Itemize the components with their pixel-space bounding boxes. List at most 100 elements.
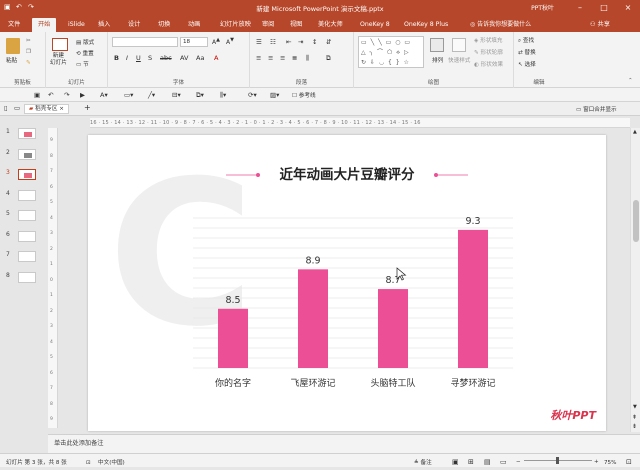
align-right-icon[interactable]: ≡ — [280, 54, 285, 62]
minimize-icon[interactable]: – — [568, 0, 592, 16]
shapes-gallery[interactable]: ▭ ╲ ╲ ▭ ○ ▭ △ ╮ ⌒ ⬠ ⟡ ▷ ↻ ⇩ ◡ { } ☆ — [358, 36, 424, 68]
save-icon[interactable]: ▣ — [34, 91, 40, 99]
prev-slide-icon[interactable]: ⇞ — [632, 414, 637, 421]
slide-canvas[interactable]: C 近年动画大片豆瓣评分 8.5 你的名字 8.9 飞屋环游记 8.7 头脑特工队 9.3 寻… — [88, 135, 606, 431]
paste-button[interactable]: 粘贴 — [6, 56, 17, 64]
smartart-icon[interactable]: ⧉ — [326, 54, 331, 63]
chart-bar[interactable] — [378, 289, 408, 368]
tab-slideshow[interactable]: 幻灯片放映 — [214, 18, 257, 32]
zoom-level[interactable]: 75% — [604, 457, 616, 470]
bullets-icon[interactable]: ☰ — [256, 38, 262, 46]
format-painter-icon[interactable]: ✎ — [26, 60, 31, 66]
picture-icon[interactable]: ▨▾ — [270, 91, 279, 99]
shape-icon[interactable]: ▭▾ — [124, 91, 133, 99]
arrange-button[interactable]: 排列 — [432, 56, 443, 64]
scroll-down-icon[interactable]: ▼ — [633, 404, 637, 410]
collapse-ribbon-icon[interactable]: ⌃ — [628, 78, 633, 84]
doc-tab[interactable]: ▰ 稻壳专区 × — [24, 104, 69, 114]
tell-me-box[interactable]: ◎ 告诉我你想要做什么 — [470, 19, 531, 28]
undo-icon[interactable]: ↶ — [48, 91, 53, 99]
new-slide-icon[interactable] — [52, 38, 68, 51]
find-button[interactable]: ⌕ 查找 — [518, 36, 534, 45]
merge-windows-button[interactable]: ▭ 窗口合并显示 — [576, 105, 617, 113]
shape-outline-button[interactable]: ✎ 形状轮廓 — [474, 48, 503, 56]
normal-view-icon[interactable]: ▣ — [452, 456, 459, 469]
shape-effects-button[interactable]: ◐ 形状效果 — [474, 60, 503, 68]
quick-styles-button[interactable]: 快速样式 — [448, 56, 470, 64]
tab-insert[interactable]: 插入 — [92, 18, 116, 32]
numbering-icon[interactable]: ☷ — [270, 38, 276, 46]
paste-icon[interactable] — [6, 38, 20, 54]
bar-chart[interactable]: 8.5你的名字8.9飞屋环游记8.7头脑特工队9.3寻梦环游记 — [88, 135, 606, 431]
tab-animations[interactable]: 动画 — [182, 18, 206, 32]
line-icon[interactable]: ╱▾ — [148, 91, 155, 99]
change-case-icon[interactable]: Aa — [196, 54, 204, 62]
slide-thumbnail[interactable] — [18, 210, 36, 221]
replace-button[interactable]: ⇄ 替换 — [518, 48, 536, 56]
font-color-icon[interactable]: A — [214, 54, 218, 62]
fit-slide-icon[interactable]: ⊡ — [626, 456, 632, 469]
slide-thumbnail[interactable] — [18, 148, 36, 160]
next-slide-icon[interactable]: ⇟ — [632, 423, 637, 430]
tab-onekey8[interactable]: OneKey 8 — [354, 18, 396, 32]
slide-thumbnail[interactable] — [18, 271, 36, 283]
chart-bar[interactable] — [298, 269, 328, 368]
italic-icon[interactable]: I — [126, 54, 128, 62]
layout-button[interactable]: ▤ 版式 — [76, 38, 94, 46]
chart-bar[interactable] — [218, 308, 248, 368]
zoom-slider-thumb[interactable] — [556, 457, 559, 464]
tab-onekey8plus[interactable]: OneKey 8 Plus — [398, 18, 454, 32]
slide-thumbnail[interactable] — [18, 169, 36, 180]
indent-increase-icon[interactable]: ⇥ — [298, 38, 303, 46]
zoom-in-icon[interactable]: + — [594, 456, 599, 469]
text-box-icon[interactable]: A▾ — [100, 91, 108, 99]
section-button[interactable]: ▭ 节 — [76, 60, 89, 68]
group-icon[interactable]: ⧉▾ — [196, 91, 204, 100]
slideshow-icon[interactable]: ▭ — [500, 456, 507, 469]
arrange-icon[interactable] — [430, 38, 444, 52]
indent-decrease-icon[interactable]: ⇤ — [286, 38, 291, 46]
tab-home[interactable]: 开始 — [32, 18, 57, 32]
present-icon[interactable]: ▶ — [80, 91, 85, 99]
spell-check-icon[interactable]: ⊡ — [86, 457, 91, 470]
reading-view-icon[interactable]: ▤ — [484, 456, 491, 469]
chart-bar[interactable] — [458, 229, 488, 368]
close-tab-icon[interactable]: × — [59, 106, 64, 112]
distribute-icon[interactable]: ⫼▾ — [220, 91, 226, 100]
align-left-icon[interactable]: ≡ — [256, 54, 261, 62]
share-button[interactable]: ⚇ 共享 — [590, 19, 610, 28]
justify-icon[interactable]: ≣ — [292, 54, 297, 62]
tab-file[interactable]: 文件 — [2, 18, 26, 32]
char-spacing-icon[interactable]: AV — [180, 54, 188, 62]
rotate-icon[interactable]: ⟳▾ — [248, 91, 257, 99]
tab-view[interactable]: 视图 — [284, 18, 308, 32]
page-icon[interactable]: ▯ — [4, 104, 8, 112]
align-icon[interactable]: ⊟▾ — [172, 91, 181, 99]
shape-fill-button[interactable]: ◈ 形状填充 — [474, 36, 502, 44]
zoom-out-icon[interactable]: − — [516, 456, 521, 469]
cut-icon[interactable]: ✂ — [26, 38, 31, 44]
slide-sorter-icon[interactable]: ⊞ — [468, 456, 474, 469]
copy-icon[interactable]: ❐ — [26, 49, 31, 55]
align-center-icon[interactable]: ≡ — [268, 54, 273, 62]
quick-styles-icon[interactable] — [452, 38, 466, 52]
slide-thumbnail[interactable] — [18, 189, 36, 201]
select-button[interactable]: ↖ 选择 — [518, 60, 536, 68]
vertical-scrollbar[interactable]: ▲ ▼ ⇞ ⇟ — [630, 128, 640, 432]
increase-font-icon[interactable]: A▲ — [212, 37, 220, 46]
new-tab-icon[interactable]: + — [84, 103, 91, 112]
strikethrough-icon[interactable]: abc — [160, 54, 172, 62]
columns-icon[interactable]: ⫼ — [306, 54, 309, 63]
text-direction-icon[interactable]: ⇵ — [326, 38, 331, 46]
notes-pane[interactable]: 单击此处添加备注 — [48, 434, 640, 453]
tab-beautify[interactable]: 美化大师 — [312, 18, 349, 32]
font-size-box[interactable]: 18 — [180, 37, 208, 47]
new-slide-button[interactable]: 新建 幻灯片 — [50, 53, 67, 67]
scroll-up-icon[interactable]: ▲ — [633, 129, 637, 135]
folder-icon[interactable]: ▭ — [14, 104, 20, 112]
close-icon[interactable]: × — [616, 0, 640, 16]
tab-islide[interactable]: iSlide — [62, 18, 91, 32]
tab-review[interactable]: 审阅 — [256, 18, 280, 32]
slide-thumbnail[interactable] — [18, 230, 36, 242]
slide-thumbnail[interactable] — [18, 128, 36, 139]
